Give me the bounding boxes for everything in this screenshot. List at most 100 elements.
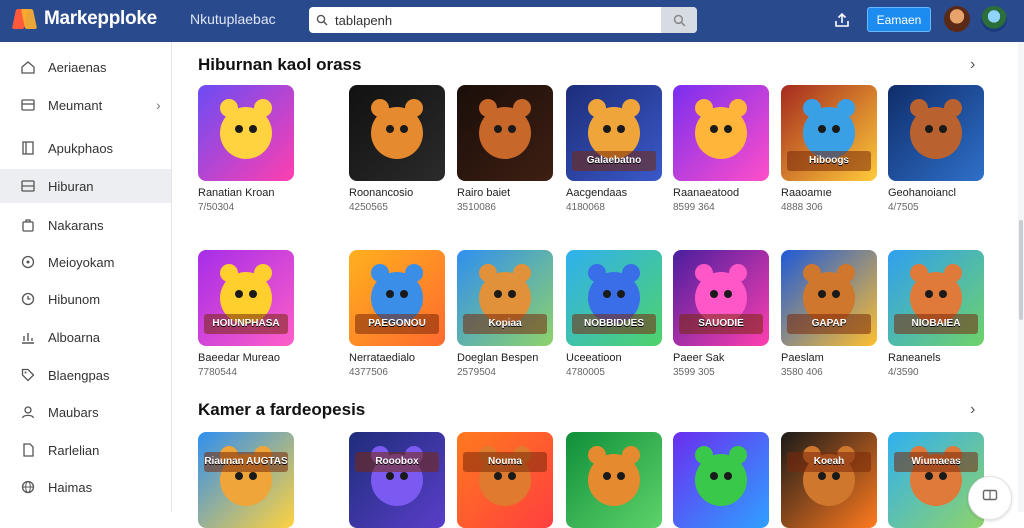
app-card[interactable]: Koeah: [781, 432, 877, 528]
app-title[interactable]: Paeer Sak: [673, 352, 769, 364]
app-thumbnail[interactable]: PAEGONOU: [349, 250, 445, 346]
app-card[interactable]: Nouma: [457, 432, 553, 528]
app-card[interactable]: Geohanoiancl 4/7505: [888, 85, 984, 213]
app-title[interactable]: Rairo baiet: [457, 187, 553, 199]
app-thumbnail[interactable]: [673, 432, 769, 528]
thumbnail-title: Kopiaa: [463, 314, 547, 334]
chart-icon: [19, 328, 37, 346]
app-thumbnail[interactable]: Koeah: [781, 432, 877, 528]
app-thumbnail[interactable]: HOIUNPHASA: [198, 250, 294, 346]
app-card[interactable]: Hiboogs Raaoamıe 4888 306: [781, 85, 877, 213]
app-title[interactable]: Raanaeatood: [673, 187, 769, 199]
app-card[interactable]: SAUODIE Paeer Sak 3599 305: [673, 250, 769, 378]
thumbnail-title: HOIUNPHASA: [204, 314, 288, 334]
app-title[interactable]: Raneanels: [888, 352, 984, 364]
thumbnail-title: NIOBAIEA: [894, 314, 978, 334]
app-card[interactable]: PAEGONOU Nerrataedialo 4377506: [349, 250, 445, 378]
app-title[interactable]: Roonancosio: [349, 187, 445, 199]
app-title[interactable]: Raaoamıe: [781, 187, 877, 199]
app-title[interactable]: Ranatian Kroan: [198, 187, 294, 199]
sidebar-item-0[interactable]: Aeriaenas: [0, 50, 171, 84]
clock-icon: [19, 290, 37, 308]
sidebar-item-11[interactable]: Haimas: [0, 470, 171, 504]
thumbnail-title: Riaunan AUGTAS: [204, 452, 288, 472]
sidebar-item-label: Aeriaenas: [48, 59, 107, 75]
sidebar-item-7[interactable]: Alboarna: [0, 320, 171, 354]
app-thumbnail[interactable]: [198, 85, 294, 181]
avatar[interactable]: [944, 6, 970, 32]
chevron-right-icon[interactable]: ›: [156, 97, 161, 113]
app-card[interactable]: [566, 432, 662, 528]
app-thumbnail[interactable]: NOBBIDUES: [566, 250, 662, 346]
scrollbar-thumb[interactable]: [1019, 220, 1023, 320]
app-thumbnail[interactable]: Riaunan AUGTAS: [198, 432, 294, 528]
app-card[interactable]: Kopiaa Doeglan Bespen 2579504: [457, 250, 553, 378]
app-card[interactable]: GAPAP Paeslam 3580 406: [781, 250, 877, 378]
sidebar-item-label: Hiburan: [48, 178, 94, 194]
app-thumbnail[interactable]: [457, 85, 553, 181]
grid-icon: [19, 177, 37, 195]
app-thumbnail[interactable]: Kopiaa: [457, 250, 553, 346]
app-title[interactable]: Doeglan Bespen: [457, 352, 553, 364]
app-thumbnail[interactable]: [888, 85, 984, 181]
top-nav-link[interactable]: Nkutuplaebac: [190, 11, 276, 27]
app-title[interactable]: Nerrataedialo: [349, 352, 445, 364]
app-card[interactable]: HOIUNPHASA Baeedar Mureao 7780544: [198, 250, 294, 378]
sidebar-item-8[interactable]: Blaengpas: [0, 358, 171, 392]
app-thumbnail[interactable]: GAPAP: [781, 250, 877, 346]
app-card[interactable]: Rairo baiet 3510086: [457, 85, 553, 213]
user-icon: [19, 403, 37, 421]
app-title[interactable]: Geohanoiancl: [888, 187, 984, 199]
sidebar-item-9[interactable]: Maubars: [0, 395, 171, 429]
app-downloads: 3599 305: [673, 367, 715, 378]
app-thumbnail[interactable]: [673, 85, 769, 181]
app-thumbnail[interactable]: NIOBAIEA: [888, 250, 984, 346]
sidebar-item-6[interactable]: Hibunom: [0, 282, 171, 316]
sidebar-item-10[interactable]: Rarlelian: [0, 433, 171, 467]
app-card[interactable]: Ranatian Kroan 7/50304: [198, 85, 294, 213]
feedback-button[interactable]: [968, 476, 1012, 520]
app-thumbnail[interactable]: Wiumaeas: [888, 432, 984, 528]
app-thumbnail[interactable]: Rooobox: [349, 432, 445, 528]
app-card[interactable]: NIOBAIEA Raneanels 4/3590: [888, 250, 984, 378]
sidebar-item-1[interactable]: Meumant ›: [0, 88, 171, 122]
search-input[interactable]: [335, 7, 661, 33]
app-thumbnail[interactable]: Nouma: [457, 432, 553, 528]
sidebar-item-2[interactable]: Apukphaos: [0, 131, 171, 165]
app-card[interactable]: Rooobox: [349, 432, 445, 528]
chevron-right-icon[interactable]: ›: [970, 56, 975, 74]
sidebar-item-4[interactable]: Nakarans: [0, 208, 171, 242]
home-icon: [19, 58, 37, 76]
app-thumbnail[interactable]: Hiboogs: [781, 85, 877, 181]
share-icon[interactable]: [830, 9, 854, 31]
app-downloads: 3580 406: [781, 367, 823, 378]
app-card[interactable]: NOBBIDUES Uceeatioon 4780005: [566, 250, 662, 378]
app-card[interactable]: Raanaeatood 8599 364: [673, 85, 769, 213]
app-downloads: 3510086: [457, 202, 496, 213]
search-button[interactable]: [661, 7, 697, 33]
app-card[interactable]: Wiumaeas: [888, 432, 984, 528]
thumbnail-title: NOBBIDUES: [572, 314, 656, 334]
sidebar-item-5[interactable]: Meioyokam: [0, 245, 171, 279]
thumbnail-title: Hiboogs: [787, 151, 871, 171]
app-downloads: 4/3590: [888, 367, 919, 378]
app-thumbnail[interactable]: [349, 85, 445, 181]
app-card[interactable]: [673, 432, 769, 528]
avatar-secondary[interactable]: [981, 6, 1007, 32]
app-title[interactable]: Aacgendaas: [566, 187, 662, 199]
chevron-right-icon[interactable]: ›: [970, 401, 975, 419]
app-title[interactable]: Paeslam: [781, 352, 877, 364]
app-thumbnail[interactable]: [566, 432, 662, 528]
app-thumbnail[interactable]: SAUODIE: [673, 250, 769, 346]
app-thumbnail[interactable]: Galaebatno: [566, 85, 662, 181]
sidebar-item-3[interactable]: Hiburan: [0, 169, 171, 203]
app-card[interactable]: Galaebatno Aacgendaas 4180068: [566, 85, 662, 213]
thumbnail-title: Koeah: [787, 452, 871, 472]
app-title[interactable]: Uceeatioon: [566, 352, 662, 364]
app-card[interactable]: Roonancosio 4250565: [349, 85, 445, 213]
app-card[interactable]: Riaunan AUGTAS: [198, 432, 294, 528]
thumbnail-title: Nouma: [463, 452, 547, 472]
app-title[interactable]: Baeedar Mureao: [198, 352, 294, 364]
primary-action-button[interactable]: Eamaen: [867, 7, 931, 32]
app-logo[interactable]: Markepploke: [11, 7, 157, 31]
